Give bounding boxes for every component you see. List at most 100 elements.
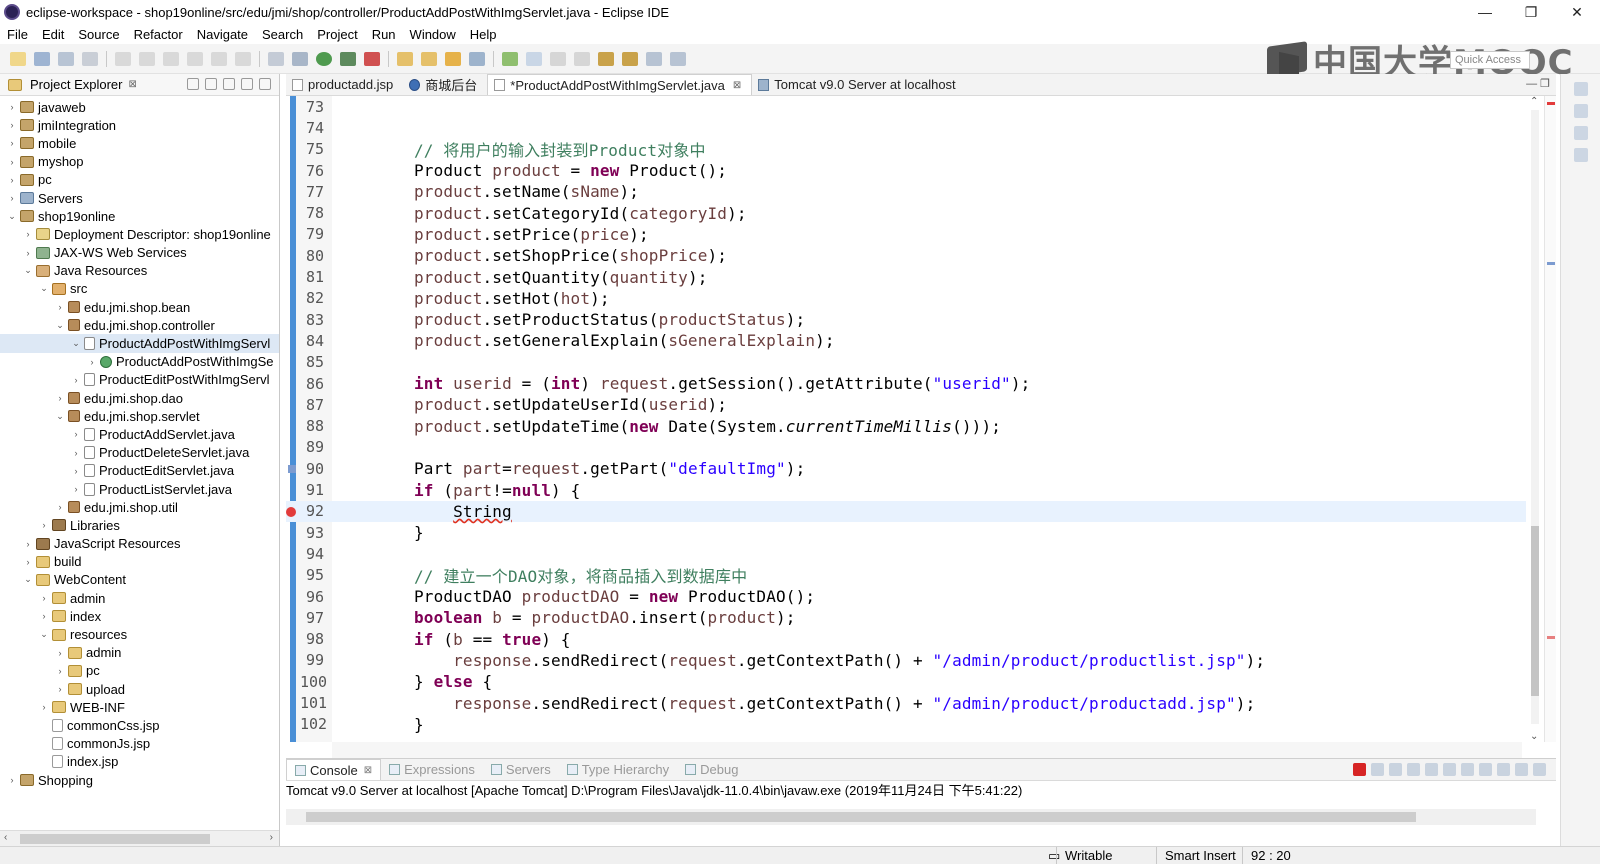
view-menu-icon[interactable]	[223, 78, 235, 90]
code-text[interactable]: product.setUpdateTime(new Date(System.cu…	[414, 417, 1001, 436]
code-line[interactable]: 79 product.setPrice(price);	[286, 224, 1526, 245]
menu-project[interactable]: Project	[310, 27, 364, 42]
status-cursor-position[interactable]: 92 : 20	[1242, 847, 1338, 864]
tree-item[interactable]: index.jsp	[0, 753, 279, 771]
code-text[interactable]: response.sendRedirect(request.getContext…	[414, 694, 1255, 713]
pin-console-icon[interactable]	[1479, 763, 1492, 776]
scroll-up-icon[interactable]: ⌃	[1530, 96, 1538, 107]
tree-item[interactable]: › JavaScript Resources	[0, 535, 279, 553]
code-text[interactable]: // 建立一个DAO对象，将商品插入到数据库中	[414, 563, 747, 587]
code-text[interactable]: Product product = new Product();	[414, 161, 727, 180]
tree-item[interactable]: › Deployment Descriptor: shop19online	[0, 225, 279, 243]
debug-icon[interactable]	[340, 51, 356, 66]
problems-view-icon[interactable]	[1573, 126, 1588, 140]
console-tab[interactable]: Console ⊠	[286, 759, 382, 780]
remove-launch-icon[interactable]	[1371, 763, 1384, 776]
print-icon[interactable]	[82, 51, 98, 66]
scrollbar-thumb[interactable]	[20, 834, 210, 844]
resume-icon[interactable]	[139, 51, 155, 66]
search-icon[interactable]	[469, 51, 485, 66]
console-tab[interactable]: Type Hierarchy	[559, 762, 677, 777]
run-icon[interactable]	[316, 51, 332, 66]
external-tools-icon[interactable]	[364, 51, 380, 66]
new-icon[interactable]	[10, 51, 26, 66]
next-annotation-icon[interactable]	[598, 51, 614, 66]
code-line[interactable]: 76 Product product = new Product();	[286, 160, 1526, 181]
chevron-right-icon[interactable]: ›	[38, 520, 50, 530]
tree-item[interactable]: › edu.jmi.shop.dao	[0, 389, 279, 407]
tree-item[interactable]: › index	[0, 607, 279, 625]
tree-item[interactable]: › build	[0, 553, 279, 571]
scroll-right-icon[interactable]: ›	[270, 832, 273, 843]
code-text[interactable]: product.setHot(hot);	[414, 289, 610, 308]
status-insert-mode[interactable]: Smart Insert	[1156, 847, 1242, 864]
chevron-right-icon[interactable]: ›	[54, 684, 66, 694]
explorer-horizontal-scrollbar[interactable]: ‹ ›	[0, 830, 279, 846]
code-text[interactable]: product.setName(sName);	[414, 182, 639, 201]
editor-tab[interactable]: Tomcat v9.0 Server at localhost	[752, 74, 965, 95]
menu-help[interactable]: Help	[463, 27, 504, 42]
suspend-icon[interactable]	[163, 51, 179, 66]
tree-item[interactable]: › ProductEditServlet.java	[0, 462, 279, 480]
chevron-right-icon[interactable]: ›	[70, 429, 82, 439]
code-line[interactable]: 80 product.setShopPrice(shopPrice);	[286, 245, 1526, 266]
code-line[interactable]: 97 boolean b = productDAO.insert(product)…	[286, 607, 1526, 628]
chevron-right-icon[interactable]: ›	[38, 593, 50, 603]
chevron-down-icon[interactable]: ⌄	[54, 411, 66, 422]
code-text[interactable]: // 将用户的输入封装到Product对象中	[414, 137, 706, 161]
menu-search[interactable]: Search	[255, 27, 310, 42]
tree-item[interactable]: › Servers	[0, 189, 279, 207]
code-area[interactable]: 73 74 75 // 将用户的输入封装到Product对象中 76 Product pr…	[286, 96, 1556, 742]
menu-refactor[interactable]: Refactor	[127, 27, 190, 42]
chevron-down-icon[interactable]: ⌄	[22, 574, 34, 585]
editor-tab[interactable]: productadd.jsp	[286, 74, 403, 95]
error-icon[interactable]	[286, 506, 296, 517]
code-text[interactable]: product.setCategoryId(categoryId);	[414, 204, 747, 223]
tree-item[interactable]: › pc	[0, 662, 279, 680]
code-text[interactable]: }	[414, 523, 424, 542]
error-marker-icon[interactable]	[1547, 102, 1555, 105]
show-on-output-icon[interactable]	[1461, 763, 1474, 776]
tree-item[interactable]: › pc	[0, 171, 279, 189]
outline-view-icon[interactable]	[1573, 82, 1588, 96]
minimize-view-icon[interactable]	[241, 78, 253, 90]
override-marker-icon[interactable]	[288, 465, 296, 474]
chevron-right-icon[interactable]: ›	[22, 539, 34, 549]
code-line[interactable]: 81 product.setQuantity(quantity);	[286, 266, 1526, 287]
chevron-right-icon[interactable]: ›	[54, 666, 66, 676]
chevron-right-icon[interactable]: ›	[38, 702, 50, 712]
code-text[interactable]: Part part=request.getPart("defaultImg");	[414, 459, 805, 478]
server-icon[interactable]	[292, 51, 308, 66]
scroll-down-icon[interactable]: ⌄	[1530, 731, 1538, 742]
code-text[interactable]: product.setGeneralExplain(sGeneralExplai…	[414, 331, 835, 350]
overview-ruler[interactable]	[1544, 96, 1556, 742]
terminate-icon[interactable]	[1353, 763, 1366, 776]
editor-tab[interactable]: *ProductAddPostWithImgServlet.java ⊠	[487, 74, 753, 95]
close-tab-icon[interactable]: ⊠	[364, 765, 372, 776]
code-line[interactable]: 91 if (part!=null) {	[286, 479, 1526, 500]
code-text[interactable]: String	[414, 502, 512, 521]
scroll-lock-icon[interactable]	[1425, 763, 1438, 776]
save-icon[interactable]	[34, 51, 50, 66]
tree-item[interactable]: commonCss.jsp	[0, 716, 279, 734]
chevron-right-icon[interactable]: ›	[70, 466, 82, 476]
chevron-right-icon[interactable]: ›	[54, 502, 66, 512]
code-line[interactable]: 75 // 将用户的输入封装到Product对象中	[286, 139, 1526, 160]
step-into-icon[interactable]	[211, 51, 227, 66]
tree-item[interactable]: ⌄ Java Resources	[0, 262, 279, 280]
editor-minimize-icon[interactable]: — ❐	[1526, 77, 1550, 90]
code-text[interactable]: response.sendRedirect(request.getContext…	[414, 651, 1265, 670]
close-window-button[interactable]: ✕	[1554, 0, 1600, 24]
code-line[interactable]: 99 response.sendRedirect(request.getCont…	[286, 650, 1526, 671]
chevron-right-icon[interactable]: ›	[22, 248, 34, 258]
code-text[interactable]: product.setProductStatus(productStatus);	[414, 310, 805, 329]
code-line[interactable]: 74	[286, 117, 1526, 138]
terminate-icon[interactable]	[187, 51, 203, 66]
chevron-right-icon[interactable]: ›	[86, 357, 98, 367]
close-tab-icon[interactable]: ⊠	[733, 80, 741, 91]
collapse-all-icon[interactable]	[187, 78, 199, 90]
chevron-down-icon[interactable]: ⌄	[22, 265, 34, 276]
save-all-icon[interactable]	[58, 51, 74, 66]
chevron-right-icon[interactable]: ›	[38, 611, 50, 621]
code-text[interactable]: } else {	[414, 672, 492, 691]
